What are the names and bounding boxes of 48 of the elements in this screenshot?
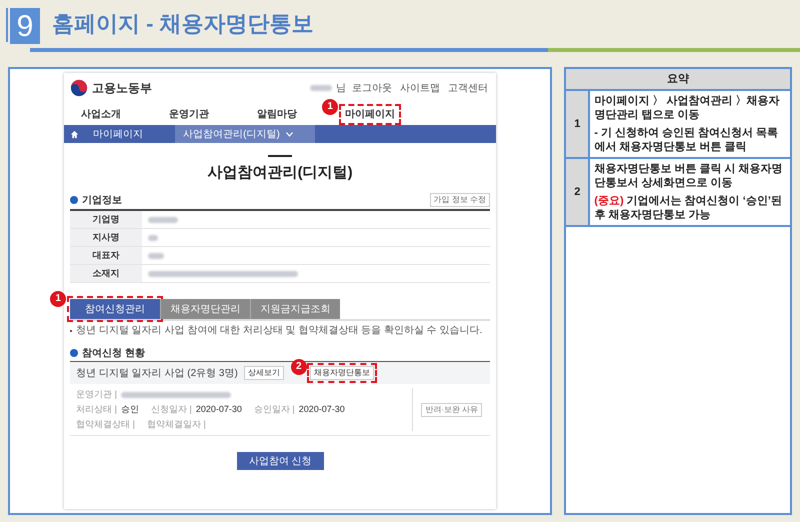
summary-text: - 기 신청하여 승인된 참여신청서 목록에서 채용자명단통보 버튼 클릭 bbox=[594, 126, 780, 154]
summary-text: 채용자명단통보 버튼 클릭 시 채용자명단통보서 상세화면으로 이동 bbox=[594, 162, 784, 190]
callout-number: 1 bbox=[322, 98, 338, 114]
bullet-icon bbox=[70, 349, 78, 357]
summary-header: 요약 bbox=[566, 69, 790, 91]
page-title: 사업참여관리(디지털) bbox=[208, 163, 353, 183]
row-number: 2 bbox=[566, 159, 590, 225]
field-label: 신청일자 | bbox=[150, 402, 192, 416]
bullet-icon bbox=[70, 196, 78, 204]
field-value: 승인 bbox=[120, 402, 139, 416]
row-label: 기업명 bbox=[70, 211, 142, 228]
row-label: 대표자 bbox=[70, 247, 142, 264]
section-heading: 참여신청 현황 bbox=[82, 346, 145, 360]
breadcrumb-item[interactable]: 마이페이지 bbox=[85, 125, 176, 143]
reason-button[interactable]: 반려·보완 사유 bbox=[421, 402, 482, 416]
summary-text: 마이페이지 〉 사업참여관리 〉채용자명단관리 탭으로 이동 bbox=[594, 94, 780, 122]
user-suffix: 님 bbox=[336, 82, 346, 96]
emblem-logo-icon bbox=[70, 79, 88, 97]
field-label: 협약체결상태 | bbox=[76, 418, 135, 431]
field-label: 승인일자 | bbox=[254, 402, 295, 416]
callout-number: 1 bbox=[50, 291, 66, 307]
header-link[interactable]: 사이트맵 bbox=[398, 80, 442, 96]
site-logo-text: 고용노동부 bbox=[92, 80, 152, 97]
row-label: 지사명 bbox=[70, 229, 142, 246]
field-label: 운영기관 | bbox=[76, 388, 117, 401]
small-button[interactable]: 상세보기 bbox=[244, 366, 284, 380]
nav-item[interactable]: 운영기관 bbox=[166, 106, 212, 122]
callout-number: 2 bbox=[290, 359, 307, 375]
section-heading: 기업정보 bbox=[82, 194, 122, 208]
page-heading: 홈페이지 - 채용자명단통보 bbox=[52, 10, 314, 38]
header-link[interactable]: 로그아웃 bbox=[350, 80, 394, 96]
home-icon[interactable] bbox=[70, 130, 80, 138]
header-link[interactable]: 고객센터 bbox=[446, 80, 490, 96]
field-label: 처리상태 | bbox=[76, 402, 117, 416]
field-value: 2020-07-30 bbox=[298, 402, 345, 416]
section-number: 9 bbox=[10, 8, 40, 44]
field-label: 협약체결일자 | bbox=[146, 418, 206, 431]
notice-text: 청년 디지털 일자리 사업 참여에 대한 처리상태 및 협약체결상태 등을 확인하실 수 있습니다. bbox=[76, 325, 482, 337]
edit-info-button[interactable]: 가입 정보 수정 bbox=[430, 193, 490, 207]
card-title: 청년 디지털 일자리 사업 (2유형 3명) bbox=[76, 366, 238, 380]
nav-item[interactable]: 알림마당 bbox=[254, 106, 300, 122]
breadcrumb-item[interactable]: 사업참여관리(디지털) bbox=[175, 125, 316, 143]
row-number: 1 bbox=[566, 91, 590, 157]
field-value: 2020-07-30 bbox=[196, 402, 242, 416]
nav-item[interactable]: 사업소개 bbox=[78, 106, 124, 122]
row-label: 소재지 bbox=[70, 265, 142, 282]
summary-text: (중요) 기업에서는 참여신청이 ‘승인’된 후 채용자명단통보 가능 bbox=[594, 194, 783, 222]
apply-button[interactable]: 사업참여 신청 bbox=[236, 452, 324, 470]
